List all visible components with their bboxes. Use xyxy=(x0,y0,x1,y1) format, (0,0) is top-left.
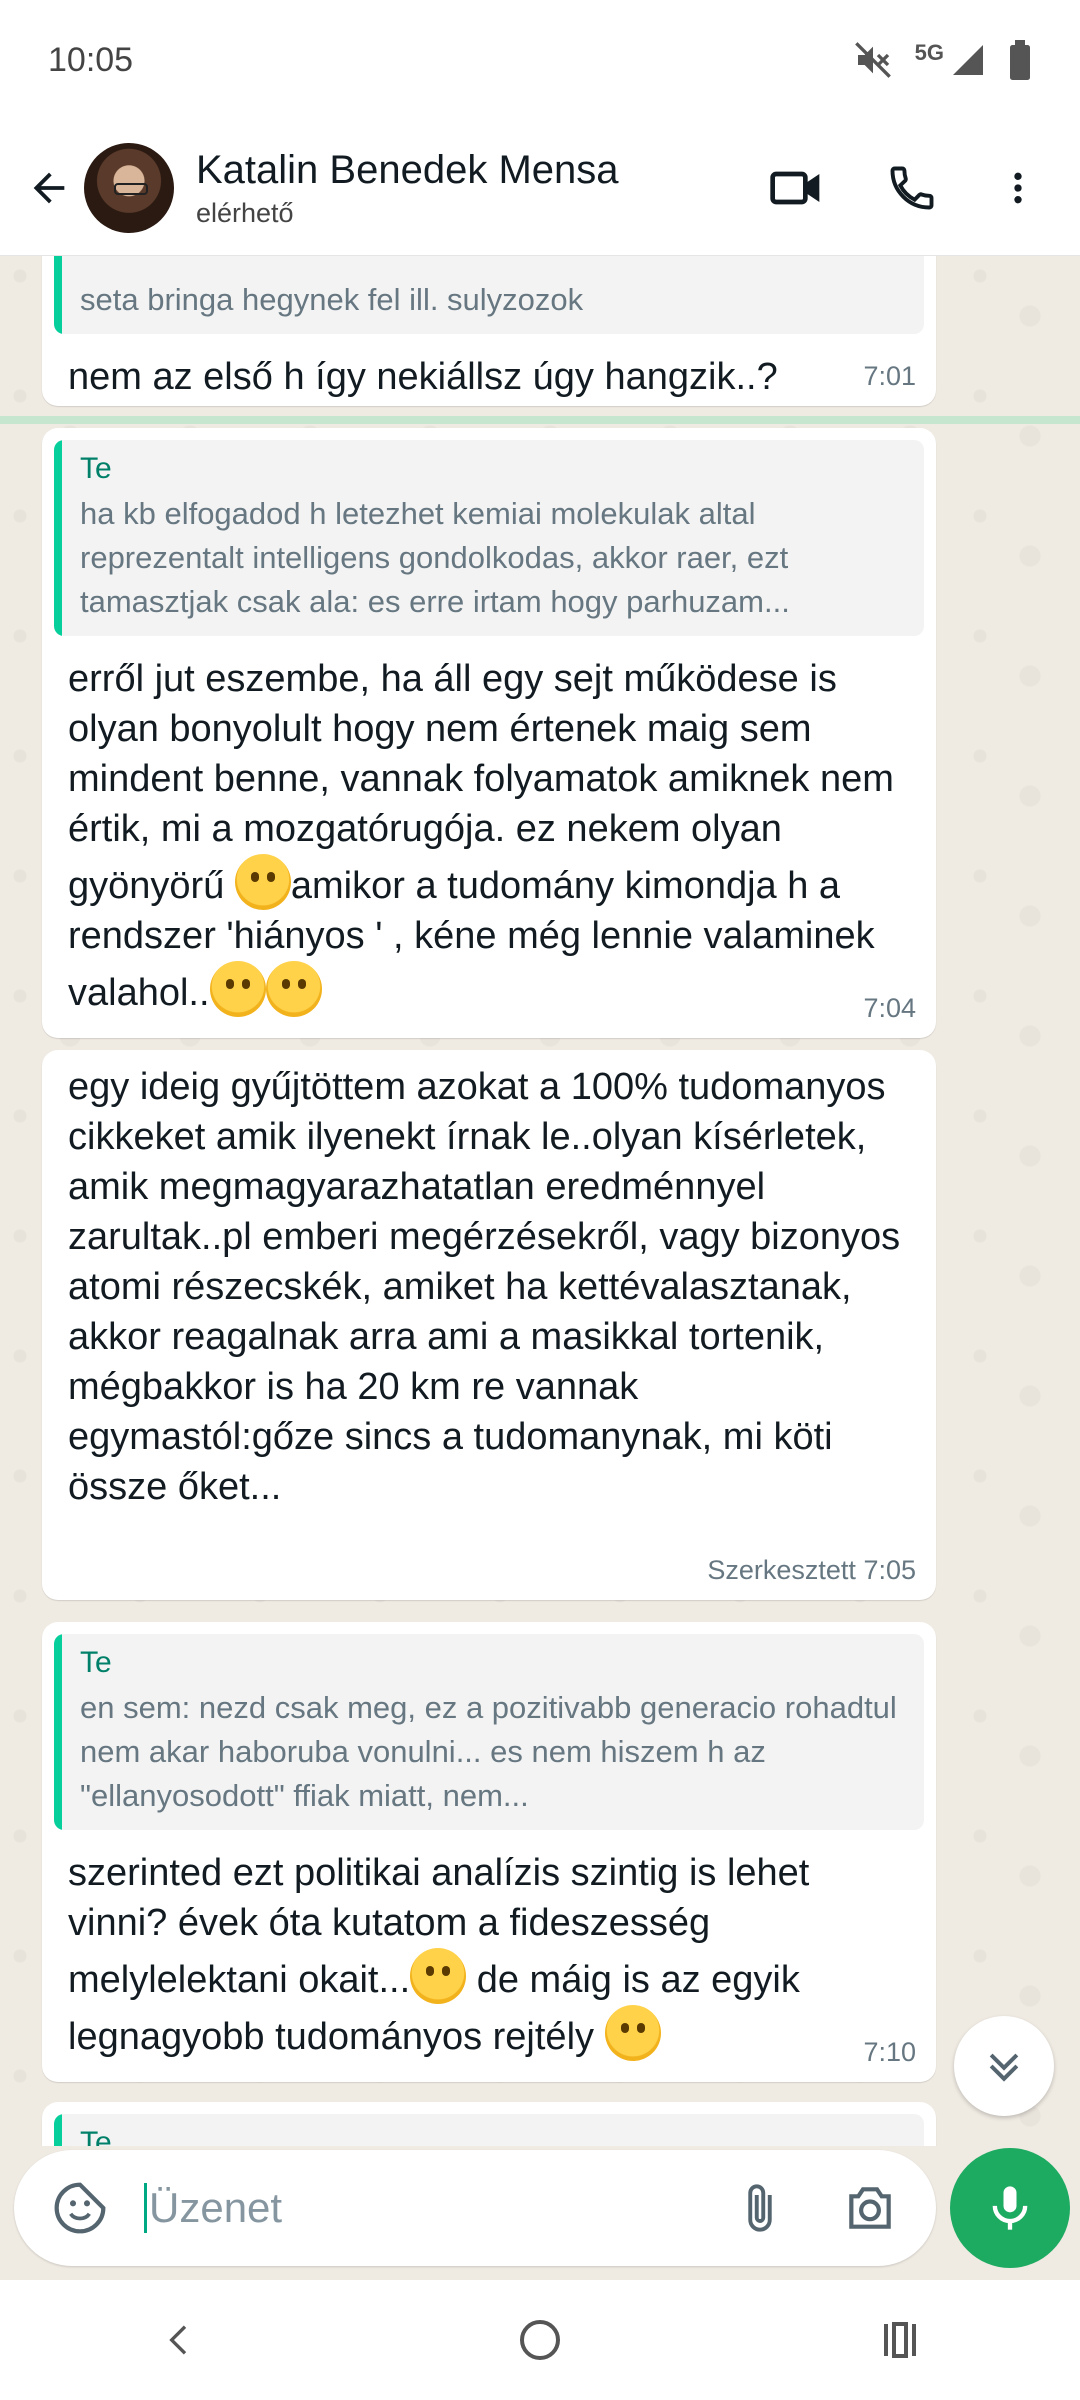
tears-of-joy-emoji-icon xyxy=(410,1948,467,2004)
phone-icon xyxy=(890,166,934,209)
nav-home-button[interactable] xyxy=(480,2290,600,2390)
mute-icon xyxy=(854,42,891,78)
arrow-left-icon xyxy=(33,172,65,203)
system-navigation-bar xyxy=(0,2280,1080,2400)
text-caret xyxy=(144,2183,147,2233)
home-circle-icon xyxy=(520,2320,560,2360)
video-call-button[interactable] xyxy=(748,140,844,236)
grinning-sweat-emoji-icon xyxy=(265,961,322,1017)
attach-button[interactable] xyxy=(720,2168,800,2248)
message-time: 7:04 xyxy=(863,993,916,1023)
status-time: 10:05 xyxy=(48,40,134,79)
thinking-face-emoji-icon xyxy=(209,961,266,1017)
quoted-message[interactable]: Te ha kb elfogadod h letezhet kemiai mol… xyxy=(54,440,924,636)
recents-icon xyxy=(884,2322,916,2358)
message-input[interactable]: Üzenet xyxy=(144,2183,706,2233)
status-icons: 5G xyxy=(853,40,1032,80)
quote-author: Te xyxy=(80,2126,112,2146)
contact-status: elérhető xyxy=(196,198,294,228)
chat-header: Katalin Benedek Mensa elérhető xyxy=(0,120,1080,256)
message-text: erről jut eszembe, ha áll egy sejt működ… xyxy=(68,654,924,1018)
message-bubble[interactable]: Te en sem: nezd csak meg, ez a pozitivab… xyxy=(42,1622,936,2082)
quote-text: en sem: nezd csak meg, ez a pozitivabb g… xyxy=(80,1690,897,1813)
signal-icon xyxy=(953,45,983,75)
divider xyxy=(0,416,1080,424)
crying-face-emoji-icon xyxy=(234,854,291,910)
message-text: nem az első h így nekiállsz úgy hangzik.… xyxy=(68,356,778,398)
quoted-message[interactable]: seta bringa hegynek fel ill. sulyzozok xyxy=(54,256,924,334)
status-bar: 10:05 5G xyxy=(0,0,1080,120)
message-composer: Üzenet xyxy=(14,2150,936,2266)
message-text: egy ideig gyűjtöttem azokat a 100% tudom… xyxy=(68,1066,901,1508)
chevron-left-icon xyxy=(169,2325,187,2355)
back-button[interactable] xyxy=(14,153,84,223)
quoted-message[interactable]: Te xyxy=(54,2114,924,2146)
scroll-to-bottom-button[interactable] xyxy=(954,2016,1054,2116)
nav-recents-button[interactable] xyxy=(840,2290,960,2390)
quote-author: Te xyxy=(80,452,112,485)
nav-back-button[interactable] xyxy=(120,2290,240,2390)
edited-label: Szerkesztett xyxy=(707,1555,856,1585)
microphone-icon xyxy=(992,2186,1028,2230)
network-type: 5G xyxy=(914,40,944,65)
double-chevron-down-icon xyxy=(989,2053,1019,2082)
avatar[interactable] xyxy=(84,142,174,233)
battery-icon xyxy=(1010,40,1030,80)
message-bubble[interactable]: seta bringa hegynek fel ill. sulyzozok n… xyxy=(42,256,936,406)
more-options-button[interactable] xyxy=(970,140,1066,236)
rolling-laughing-emoji-icon xyxy=(604,2005,661,2061)
sticker-icon xyxy=(54,2182,106,2234)
contact-name: Katalin Benedek Mensa xyxy=(196,148,619,192)
message-bubble[interactable]: Te ha kb elfogadod h letezhet kemiai mol… xyxy=(42,428,936,1038)
quote-text: seta bringa hegynek fel ill. sulyzozok xyxy=(80,282,584,317)
quoted-message[interactable]: Te en sem: nezd csak meg, ez a pozitivab… xyxy=(54,1634,924,1830)
voice-message-button[interactable] xyxy=(950,2148,1070,2268)
voice-call-button[interactable] xyxy=(864,140,960,236)
sticker-button[interactable] xyxy=(40,2168,120,2248)
message-meta: Szerkesztett 7:05 xyxy=(707,1555,916,1586)
camera-icon xyxy=(849,2187,891,2229)
camera-button[interactable] xyxy=(830,2168,910,2248)
quote-author: Te xyxy=(80,1646,112,1679)
message-time: 7:05 xyxy=(863,1555,916,1585)
message-bubble[interactable]: egy ideig gyűjtöttem azokat a 100% tudom… xyxy=(42,1050,936,1600)
message-input-placeholder: Üzenet xyxy=(149,2184,283,2231)
quote-text: ha kb elfogadod h letezhet kemiai moleku… xyxy=(80,496,790,619)
paperclip-icon xyxy=(748,2184,772,2232)
message-bubble[interactable]: Te xyxy=(42,2102,936,2146)
more-vertical-icon xyxy=(1014,172,1022,203)
message-time: 7:10 xyxy=(863,2037,916,2067)
message-time: 7:01 xyxy=(863,361,916,391)
chat-area[interactable]: seta bringa hegynek fel ill. sulyzozok n… xyxy=(0,256,1080,2146)
contact-info[interactable]: Katalin Benedek Mensa elérhető xyxy=(196,146,748,229)
video-camera-icon xyxy=(770,171,820,204)
message-text: szerinted ezt politikai analízis szintig… xyxy=(68,1848,924,2062)
